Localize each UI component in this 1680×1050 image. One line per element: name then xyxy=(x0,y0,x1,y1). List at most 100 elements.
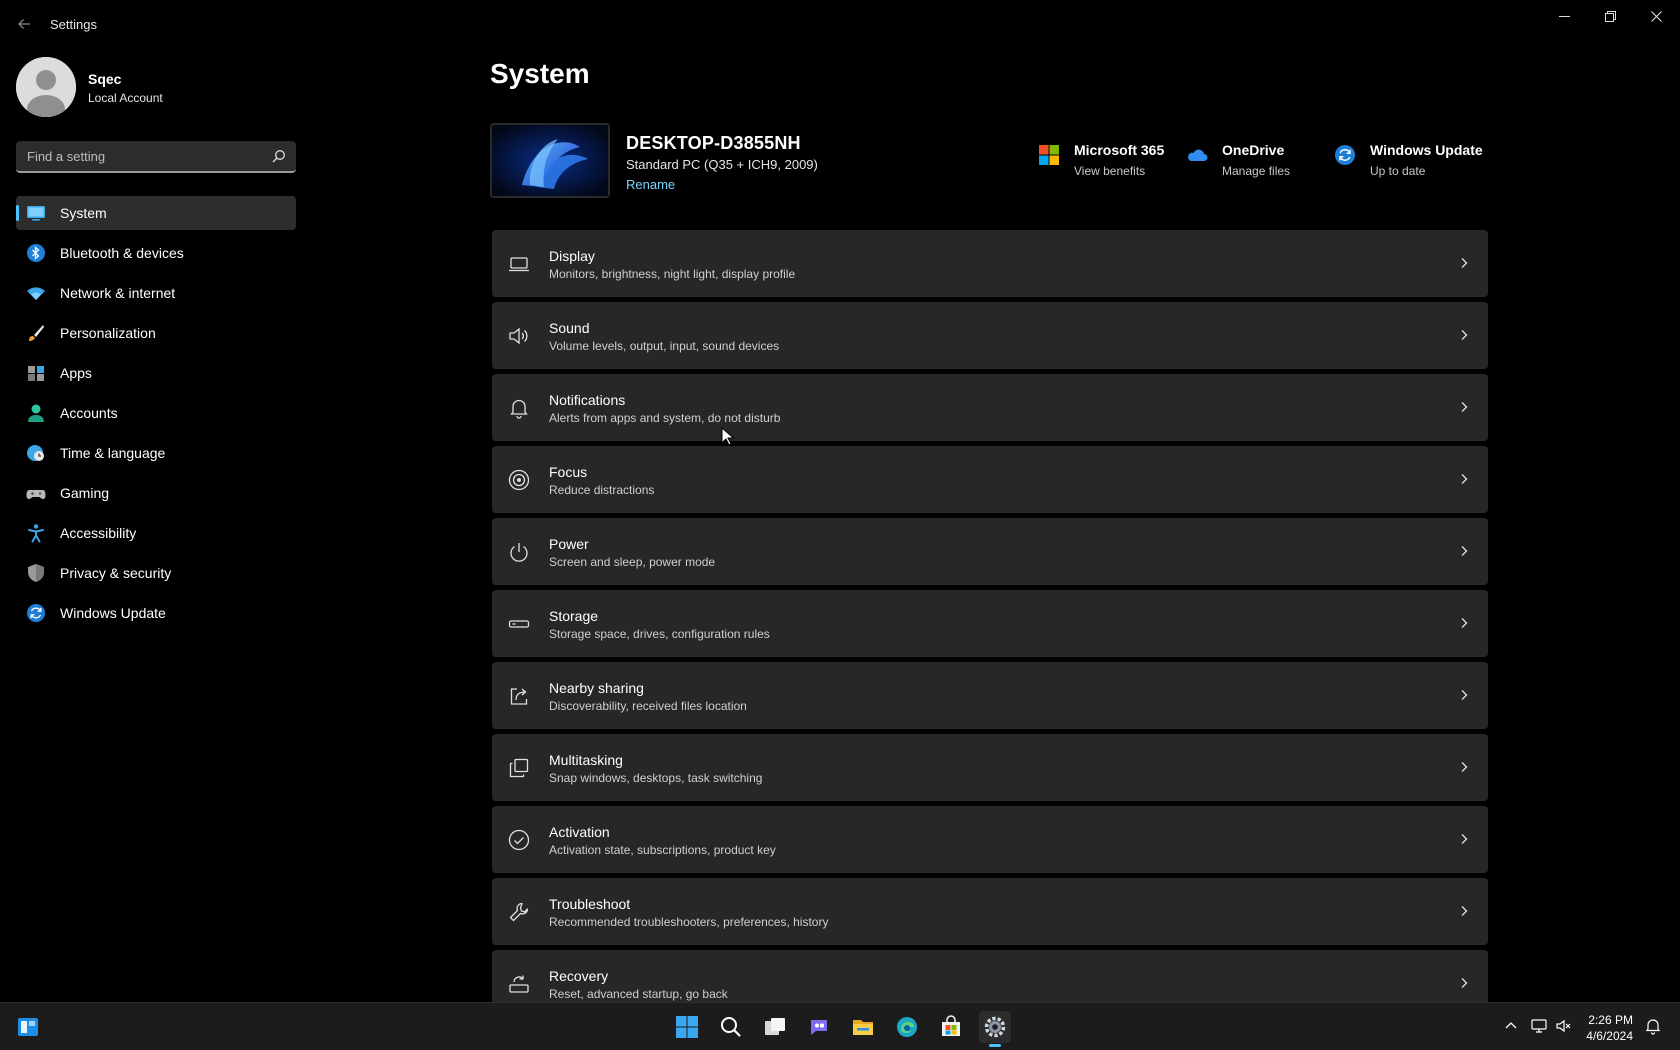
check-circle-icon xyxy=(508,829,530,851)
nearby-sharing-card[interactable]: Nearby sharing Discoverability, received… xyxy=(492,662,1488,729)
device-name: DESKTOP-D3855NH xyxy=(626,133,801,153)
sidebar-item-label: Gaming xyxy=(60,485,110,501)
laptop-icon xyxy=(509,257,529,272)
chat-button[interactable] xyxy=(803,1011,835,1043)
settings-button[interactable] xyxy=(979,1011,1011,1047)
user-name: Sqec xyxy=(88,71,122,87)
sidebar-item-network[interactable]: Network & internet xyxy=(16,276,296,310)
card-title: Activation xyxy=(549,824,610,840)
settings-icon xyxy=(984,1016,1006,1038)
display-card[interactable]: Display Monitors, brightness, night ligh… xyxy=(492,230,1488,297)
accessibility-icon xyxy=(28,524,44,543)
page-title: System xyxy=(490,58,590,89)
speaker-icon xyxy=(509,327,528,345)
edge-icon xyxy=(897,1017,917,1037)
apps-icon xyxy=(28,366,44,381)
file-explorer-icon xyxy=(853,1020,873,1035)
card-subtitle: Alerts from apps and system, do not dist… xyxy=(549,411,781,425)
search-input[interactable] xyxy=(16,141,256,171)
sound-card[interactable]: Sound Volume levels, output, input, soun… xyxy=(492,302,1488,369)
sidebar-item-label: Apps xyxy=(60,365,92,381)
brush-icon xyxy=(29,325,44,341)
sidebar-item-windows-update[interactable]: Windows Update xyxy=(16,596,296,630)
multitasking-card[interactable]: Multitasking Snap windows, desktops, tas… xyxy=(492,734,1488,801)
notifications-card[interactable]: Notifications Alerts from apps and syste… xyxy=(492,374,1488,441)
settings-list: Display Monitors, brightness, night ligh… xyxy=(492,230,1488,1022)
system-clock[interactable]: 2:26 PM 4/6/2024 xyxy=(1586,1012,1633,1044)
chevron-right-icon xyxy=(1461,330,1468,340)
restore-icon xyxy=(1604,10,1616,22)
search-icon xyxy=(721,1017,741,1037)
store-button[interactable] xyxy=(935,1011,967,1043)
rename-link[interactable]: Rename xyxy=(626,177,675,192)
task-view-icon xyxy=(765,1018,785,1035)
clock-time: 2:26 PM xyxy=(1588,1013,1633,1027)
restore-button[interactable] xyxy=(1587,0,1633,32)
card-subtitle: Reset, advanced startup, go back xyxy=(549,987,728,1001)
wrench-icon xyxy=(509,902,529,922)
card-subtitle: Screen and sleep, power mode xyxy=(549,555,716,569)
notification-bell-icon[interactable] xyxy=(1644,1017,1662,1035)
taskbar-search-button[interactable] xyxy=(715,1011,747,1043)
sidebar-item-gaming[interactable]: Gaming xyxy=(16,476,296,510)
card-title: Recovery xyxy=(549,968,609,984)
sidebar-item-privacy[interactable]: Privacy & security xyxy=(16,556,296,590)
back-button[interactable] xyxy=(14,12,34,36)
chevron-right-icon xyxy=(1461,978,1468,988)
volume-muted-icon[interactable] xyxy=(1555,1017,1573,1035)
title-bar: Settings xyxy=(0,0,1680,48)
update-icon xyxy=(27,604,45,622)
storage-card[interactable]: Storage Storage space, drives, configura… xyxy=(492,590,1488,657)
person-icon xyxy=(28,404,44,422)
chevron-right-icon xyxy=(1461,546,1468,556)
focus-card[interactable]: Focus Reduce distractions xyxy=(492,446,1488,513)
file-explorer-button[interactable] xyxy=(847,1011,879,1043)
bell-icon xyxy=(510,399,528,419)
sidebar-item-time-language[interactable]: Time & language xyxy=(16,436,296,470)
sidebar-item-system[interactable]: System xyxy=(16,196,296,230)
avatar[interactable] xyxy=(16,57,76,117)
sidebar-item-label: Windows Update xyxy=(60,605,166,621)
quick-link-title: Windows Update xyxy=(1370,142,1483,158)
sidebar-item-accounts[interactable]: Accounts xyxy=(16,396,296,430)
account-type: Local Account xyxy=(88,91,163,105)
sidebar-nav: System Bluetooth & devices Network & int… xyxy=(16,196,296,636)
device-wallpaper-thumbnail[interactable] xyxy=(490,123,610,198)
sidebar-item-apps[interactable]: Apps xyxy=(16,356,296,390)
card-subtitle: Activation state, subscriptions, product… xyxy=(549,843,776,857)
wifi-icon xyxy=(27,287,45,300)
task-view-button[interactable] xyxy=(759,1011,791,1043)
power-icon xyxy=(510,543,528,562)
card-title: Nearby sharing xyxy=(549,680,644,696)
close-button[interactable] xyxy=(1633,0,1679,32)
quick-link-microsoft-365[interactable]: Microsoft 365 View benefits xyxy=(1038,140,1168,180)
quick-link-onedrive[interactable]: OneDrive Manage files xyxy=(1186,140,1306,180)
minimize-button[interactable] xyxy=(1541,0,1587,32)
widgets-icon xyxy=(18,1018,38,1036)
shield-icon xyxy=(28,564,44,582)
card-subtitle: Volume levels, output, input, sound devi… xyxy=(549,339,780,353)
quick-link-windows-update[interactable]: Windows Update Up to date xyxy=(1334,140,1484,180)
gamepad-icon xyxy=(26,490,46,499)
card-title: Sound xyxy=(549,320,590,336)
card-subtitle: Recommended troubleshooters, preferences… xyxy=(549,915,829,929)
sidebar-item-bluetooth[interactable]: Bluetooth & devices xyxy=(16,236,296,270)
power-card[interactable]: Power Screen and sleep, power mode xyxy=(492,518,1488,585)
sidebar-item-personalization[interactable]: Personalization xyxy=(16,316,296,350)
card-title: Multitasking xyxy=(549,752,623,768)
start-button[interactable] xyxy=(671,1011,703,1043)
clock-date: 4/6/2024 xyxy=(1586,1029,1633,1043)
sidebar-item-accessibility[interactable]: Accessibility xyxy=(16,516,296,550)
search-box[interactable] xyxy=(16,141,296,173)
activation-card[interactable]: Activation Activation state, subscriptio… xyxy=(492,806,1488,873)
card-title: Power xyxy=(549,536,589,552)
focus-icon xyxy=(508,469,530,491)
troubleshoot-card[interactable]: Troubleshoot Recommended troubleshooters… xyxy=(492,878,1488,945)
widgets-button[interactable] xyxy=(12,1011,44,1043)
chevron-up-icon[interactable] xyxy=(1502,1017,1520,1035)
edge-button[interactable] xyxy=(891,1011,923,1043)
search-icon[interactable] xyxy=(272,149,286,163)
network-icon[interactable] xyxy=(1530,1017,1548,1035)
card-title: Display xyxy=(549,248,595,264)
chevron-right-icon xyxy=(1461,474,1468,484)
